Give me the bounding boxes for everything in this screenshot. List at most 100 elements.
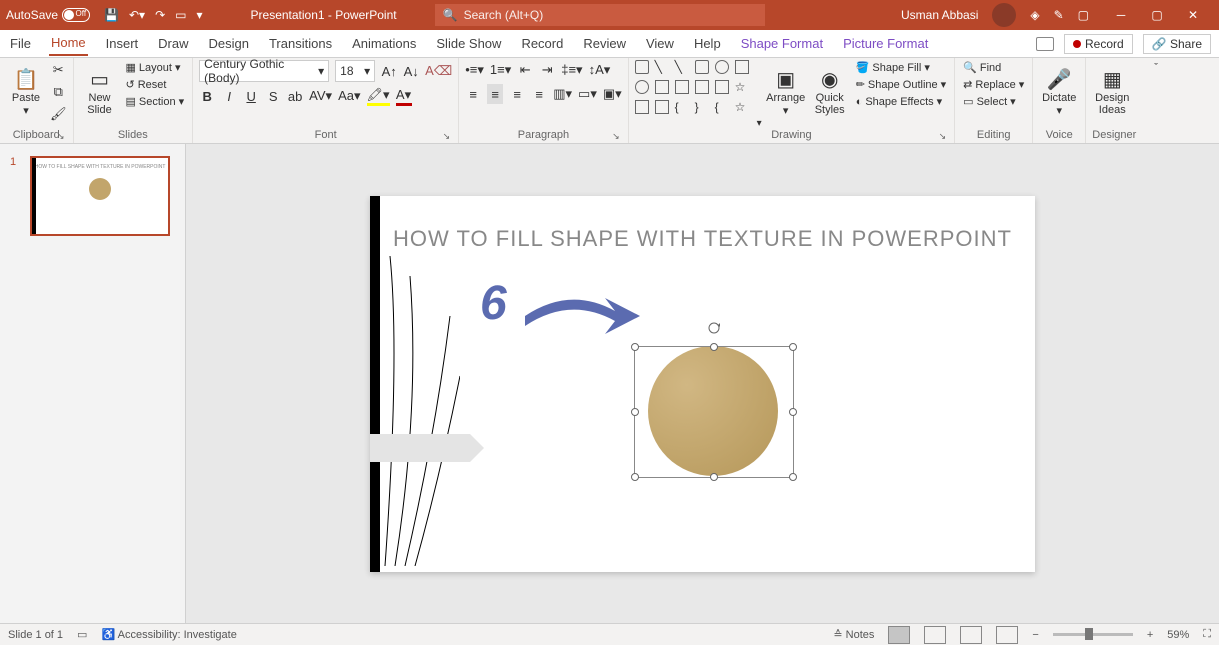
- shadow-button[interactable]: ab: [287, 86, 303, 106]
- select-button[interactable]: ▭Select ▾: [961, 94, 1026, 109]
- justify-button[interactable]: ≡: [531, 84, 547, 104]
- rotate-handle[interactable]: [707, 321, 721, 335]
- zoom-slider[interactable]: [1053, 633, 1133, 636]
- slideshow-view-button[interactable]: [996, 626, 1018, 644]
- tab-view[interactable]: View: [644, 32, 676, 55]
- shapes-more-icon[interactable]: ▾: [757, 118, 762, 129]
- copy-button[interactable]: ⧉: [50, 82, 67, 102]
- find-button[interactable]: 🔍Find: [961, 60, 1026, 75]
- tab-home[interactable]: Home: [49, 31, 88, 56]
- tab-record[interactable]: Record: [519, 32, 565, 55]
- resize-handle-nw[interactable]: [631, 343, 639, 351]
- format-painter-button[interactable]: 🖌: [50, 104, 67, 124]
- user-avatar[interactable]: [992, 3, 1016, 27]
- tab-help[interactable]: Help: [692, 32, 723, 55]
- new-slide-button[interactable]: ▭New Slide: [80, 60, 120, 124]
- zoom-percent[interactable]: 59%: [1167, 629, 1189, 641]
- align-center-button[interactable]: ≡: [487, 84, 503, 104]
- tab-design[interactable]: Design: [207, 32, 251, 55]
- notes-button[interactable]: ≙ Notes: [833, 628, 874, 641]
- notes-indicator-icon[interactable]: ▭: [77, 628, 87, 641]
- font-name-select[interactable]: Century Gothic (Body)▾: [199, 60, 329, 82]
- highlight-button[interactable]: 🖍▾: [367, 86, 390, 106]
- underline-button[interactable]: U: [243, 86, 259, 106]
- strike-button[interactable]: S: [265, 86, 281, 106]
- resize-handle-sw[interactable]: [631, 473, 639, 481]
- text-direction-button[interactable]: ↕A▾: [589, 60, 611, 80]
- accessibility-status[interactable]: ♿ Accessibility: Investigate: [101, 628, 236, 641]
- clipboard-launcher[interactable]: ↘: [57, 131, 65, 142]
- record-button[interactable]: Record: [1064, 34, 1133, 54]
- align-right-button[interactable]: ≡: [509, 84, 525, 104]
- bold-button[interactable]: B: [199, 86, 215, 106]
- design-ideas-button[interactable]: ▦Design Ideas: [1092, 60, 1132, 124]
- close-button[interactable]: ✕: [1175, 0, 1211, 30]
- drawing-launcher[interactable]: ↘: [939, 131, 947, 142]
- tab-file[interactable]: File: [8, 32, 33, 55]
- shape-effects-button[interactable]: ◐Shape Effects ▾: [854, 94, 948, 109]
- collapse-ribbon-button[interactable]: ˇ: [1150, 58, 1162, 143]
- paragraph-launcher[interactable]: ↘: [612, 131, 620, 142]
- italic-button[interactable]: I: [221, 86, 237, 106]
- increase-font-button[interactable]: A↑: [381, 61, 397, 81]
- layout-button[interactable]: ▦Layout ▾: [124, 60, 187, 75]
- tab-shape-format[interactable]: Shape Format: [739, 32, 825, 55]
- replace-button[interactable]: ⇄Replace ▾: [961, 77, 1026, 92]
- tab-transitions[interactable]: Transitions: [267, 32, 334, 55]
- section-button[interactable]: ▤Section ▾: [124, 94, 187, 109]
- char-spacing-button[interactable]: AV▾: [309, 86, 332, 106]
- resize-handle-w[interactable]: [631, 408, 639, 416]
- ribbon-mode-icon[interactable]: ▢: [1078, 8, 1089, 22]
- reset-button[interactable]: ↺Reset: [124, 77, 187, 92]
- numbering-button[interactable]: 1≡▾: [490, 60, 511, 80]
- tab-review[interactable]: Review: [581, 32, 628, 55]
- cut-button[interactable]: ✂: [50, 60, 67, 80]
- slide-title[interactable]: HOW TO FILL SHAPE WITH TEXTURE IN POWERP…: [370, 226, 1035, 252]
- decrease-font-button[interactable]: A↓: [403, 61, 419, 81]
- reading-view-button[interactable]: [960, 626, 982, 644]
- comments-button[interactable]: [1036, 37, 1054, 51]
- save-icon[interactable]: 💾: [104, 8, 119, 22]
- normal-view-button[interactable]: [888, 626, 910, 644]
- tab-slideshow[interactable]: Slide Show: [434, 32, 503, 55]
- undo-icon[interactable]: ↶▾: [129, 8, 145, 22]
- shapes-gallery[interactable]: ╲╲ ☆ {}{☆: [635, 60, 753, 118]
- bullets-button[interactable]: •≡▾: [465, 60, 484, 80]
- autosave-toggle[interactable]: Off: [62, 8, 90, 22]
- fit-window-button[interactable]: ⛶: [1203, 628, 1211, 641]
- zoom-out-button[interactable]: −: [1032, 629, 1038, 641]
- clear-format-button[interactable]: A⌫: [425, 61, 452, 81]
- resize-handle-s[interactable]: [710, 473, 718, 481]
- slide-thumbnail-1[interactable]: HOW TO FILL SHAPE WITH TEXTURE IN POWERP…: [30, 156, 170, 236]
- paste-button[interactable]: 📋Paste▾: [6, 60, 46, 124]
- align-text-button[interactable]: ▭▾: [578, 84, 597, 104]
- shape-fill-button[interactable]: 🪣Shape Fill ▾: [854, 60, 948, 75]
- search-box[interactable]: 🔍 Search (Alt+Q): [435, 4, 765, 26]
- columns-button[interactable]: ▥▾: [553, 84, 572, 104]
- slide-canvas[interactable]: HOW TO FILL SHAPE WITH TEXTURE IN POWERP…: [370, 196, 1035, 572]
- dictate-button[interactable]: 🎤Dictate▾: [1039, 60, 1079, 124]
- font-launcher[interactable]: ↘: [443, 131, 451, 142]
- sorter-view-button[interactable]: [924, 626, 946, 644]
- maximize-button[interactable]: ▢: [1139, 0, 1175, 30]
- redo-icon[interactable]: ↷: [155, 8, 165, 22]
- slide-editor[interactable]: HOW TO FILL SHAPE WITH TEXTURE IN POWERP…: [186, 144, 1219, 623]
- font-size-select[interactable]: 18▾: [335, 60, 375, 82]
- increase-indent-button[interactable]: ⇥: [539, 60, 555, 80]
- arrange-button[interactable]: ▣Arrange▾: [766, 60, 806, 124]
- resize-handle-n[interactable]: [710, 343, 718, 351]
- resize-handle-e[interactable]: [789, 408, 797, 416]
- qat-more-icon[interactable]: ▾: [196, 8, 202, 22]
- zoom-in-button[interactable]: +: [1147, 629, 1153, 641]
- tab-draw[interactable]: Draw: [156, 32, 190, 55]
- line-spacing-button[interactable]: ‡≡▾: [561, 60, 582, 80]
- change-case-button[interactable]: Aa▾: [338, 86, 360, 106]
- font-color-button[interactable]: A▾: [396, 86, 412, 106]
- tab-picture-format[interactable]: Picture Format: [841, 32, 930, 55]
- diamond-icon[interactable]: ◈: [1030, 8, 1039, 22]
- resize-handle-se[interactable]: [789, 473, 797, 481]
- selection-box[interactable]: [634, 346, 794, 478]
- slideshow-start-icon[interactable]: ▭: [175, 8, 186, 22]
- smartart-button[interactable]: ▣▾: [603, 84, 622, 104]
- pen-icon[interactable]: ✎: [1054, 8, 1064, 22]
